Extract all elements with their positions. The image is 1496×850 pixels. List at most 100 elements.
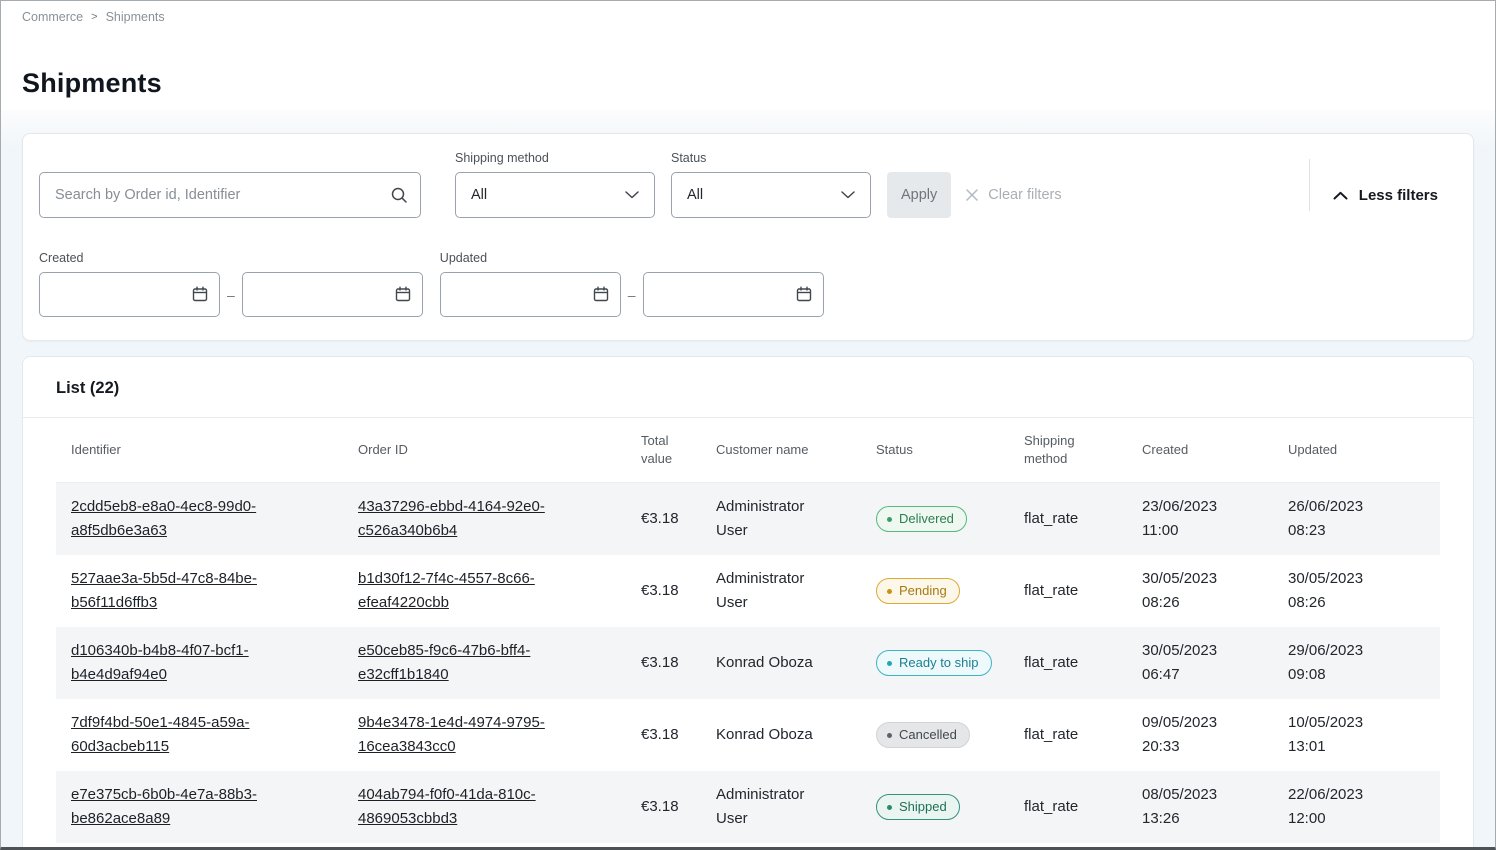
status-dot bbox=[887, 661, 892, 666]
clear-filters-button[interactable]: Clear filters bbox=[965, 172, 1061, 218]
total-value-cell: €3.18 bbox=[615, 555, 701, 627]
calendar-icon[interactable] bbox=[796, 286, 812, 302]
status-badge: Delivered bbox=[876, 506, 967, 532]
updated-to-box bbox=[643, 272, 824, 317]
status-select[interactable]: All bbox=[671, 172, 871, 218]
status-value: All bbox=[687, 187, 703, 203]
total-value-cell: €3.18 bbox=[615, 627, 701, 699]
updated-date-range: – bbox=[440, 272, 824, 317]
less-filters-button[interactable]: Less filters bbox=[1333, 172, 1438, 218]
date-range-dash: – bbox=[227, 287, 235, 303]
customer-name: Administrator User bbox=[716, 567, 836, 615]
shipping-method-select[interactable]: All bbox=[455, 172, 655, 218]
updated-from-box bbox=[440, 272, 621, 317]
search-box bbox=[39, 172, 421, 218]
chevron-up-icon bbox=[1333, 191, 1348, 200]
identifier-link[interactable]: 2cdd5eb8-e8a0-4ec8-99d0-a8f5db6e3a63 bbox=[71, 498, 256, 539]
filters-row-main: Shipping method All Status All bbox=[39, 151, 1457, 218]
status-badge: Cancelled bbox=[876, 722, 970, 748]
status-cell: Cancelled bbox=[861, 699, 1009, 771]
status-badge: Shipped bbox=[876, 794, 960, 820]
order-id-link[interactable]: 43a37296-ebbd-4164-92e0-c526a340b6b4 bbox=[358, 498, 545, 539]
status-badge: Ready to ship bbox=[876, 650, 992, 676]
identifier-cell: d106340b-b4b8-4f07-bcf1-b4e4d9af94e0 bbox=[56, 627, 343, 699]
calendar-icon[interactable] bbox=[192, 286, 208, 302]
total-value-cell: €3.18 bbox=[615, 483, 701, 556]
created-value: 08/05/2023 13:26 bbox=[1142, 783, 1234, 831]
status-text: Pending bbox=[899, 582, 947, 600]
table-row: 527aae3a-5b5d-47c8-84be-b56f11d6ffb3 b1d… bbox=[56, 555, 1440, 627]
customer-name-cell: Administrator User bbox=[701, 483, 861, 556]
status-text: Cancelled bbox=[899, 726, 957, 744]
order-id-cell: 9b4e3478-1e4d-4974-9795-16cea3843cc0 bbox=[343, 699, 615, 771]
list-title: List (22) bbox=[56, 379, 1440, 398]
order-id-link[interactable]: b1d30f12-7f4c-4557-8c66-efeaf4220cbb bbox=[358, 570, 535, 611]
status-dot bbox=[887, 733, 892, 738]
order-id-link[interactable]: 9b4e3478-1e4d-4974-9795-16cea3843cc0 bbox=[358, 714, 545, 755]
updated-value: 29/06/2023 09:08 bbox=[1288, 639, 1380, 687]
shipping-method-cell: flat_rate bbox=[1009, 699, 1127, 771]
column-header: Shipping method bbox=[1009, 418, 1127, 483]
chevron-down-icon bbox=[841, 191, 855, 199]
customer-name: Konrad Oboza bbox=[716, 723, 813, 747]
status-dot bbox=[887, 589, 892, 594]
created-value: 30/05/2023 08:26 bbox=[1142, 567, 1234, 615]
search-icon[interactable] bbox=[390, 186, 408, 204]
order-id-link[interactable]: 404ab794-f0f0-41da-810c-4869053cbbd3 bbox=[358, 786, 536, 827]
order-id-cell: 404ab794-f0f0-41da-810c-4869053cbbd3 bbox=[343, 771, 615, 843]
order-id-cell: e50ceb85-f9c6-47b6-bff4-e32cff1b1840 bbox=[343, 627, 615, 699]
status-label: Status bbox=[671, 151, 871, 165]
identifier-link[interactable]: d106340b-b4b8-4f07-bcf1-b4e4d9af94e0 bbox=[71, 642, 249, 683]
status-badge: Pending bbox=[876, 578, 960, 604]
total-value-cell: €3.18 bbox=[615, 699, 701, 771]
shipments-table: IdentifierOrder IDTotal valueCustomer na… bbox=[56, 418, 1440, 843]
breadcrumb: Commerce > Shipments bbox=[22, 10, 1474, 24]
breadcrumb-item-commerce[interactable]: Commerce bbox=[22, 10, 83, 24]
shipping-method-cell: flat_rate bbox=[1009, 555, 1127, 627]
customer-name: Administrator User bbox=[716, 783, 836, 831]
less-filters-label: Less filters bbox=[1359, 187, 1438, 204]
identifier-link[interactable]: 7df9f4bd-50e1-4845-a59a-60d3acbeb115 bbox=[71, 714, 249, 755]
order-id-link[interactable]: e50ceb85-f9c6-47b6-bff4-e32cff1b1840 bbox=[358, 642, 530, 683]
shipping-method-value: All bbox=[471, 187, 487, 203]
created-value: 09/05/2023 20:33 bbox=[1142, 711, 1234, 759]
table-row: 2cdd5eb8-e8a0-4ec8-99d0-a8f5db6e3a63 43a… bbox=[56, 483, 1440, 556]
shipping-method-filter: Shipping method All bbox=[455, 151, 655, 218]
column-header: Status bbox=[861, 418, 1009, 483]
identifier-link[interactable]: e7e375cb-6b0b-4e7a-88b3-be862ace8a89 bbox=[71, 786, 257, 827]
shipping-method-label: Shipping method bbox=[455, 151, 655, 165]
search-input[interactable] bbox=[39, 172, 421, 218]
status-cell: Ready to ship bbox=[861, 627, 1009, 699]
customer-name-cell: Konrad Oboza bbox=[701, 699, 861, 771]
identifier-link[interactable]: 527aae3a-5b5d-47c8-84be-b56f11d6ffb3 bbox=[71, 570, 257, 611]
filters-row-dates: Created – bbox=[39, 251, 1457, 317]
status-filter: Status All bbox=[671, 151, 871, 218]
column-header: Identifier bbox=[56, 418, 343, 483]
updated-cell: 10/05/2023 13:01 bbox=[1273, 699, 1440, 771]
customer-name-cell: Administrator User bbox=[701, 771, 861, 843]
table-row: 7df9f4bd-50e1-4845-a59a-60d3acbeb115 9b4… bbox=[56, 699, 1440, 771]
calendar-icon[interactable] bbox=[593, 286, 609, 302]
shipping-method-cell: flat_rate bbox=[1009, 483, 1127, 556]
updated-value: 26/06/2023 08:23 bbox=[1288, 495, 1380, 543]
chevron-down-icon bbox=[625, 191, 639, 199]
updated-value: 30/05/2023 08:26 bbox=[1288, 567, 1380, 615]
app-window: Commerce > Shipments Shipments Shipping … bbox=[0, 0, 1496, 850]
created-cell: 30/05/2023 06:47 bbox=[1127, 627, 1273, 699]
content-area: Shipping method All Status All bbox=[1, 110, 1495, 847]
created-cell: 09/05/2023 20:33 bbox=[1127, 699, 1273, 771]
status-text: Delivered bbox=[899, 510, 954, 528]
calendar-icon[interactable] bbox=[395, 286, 411, 302]
table-row: d106340b-b4b8-4f07-bcf1-b4e4d9af94e0 e50… bbox=[56, 627, 1440, 699]
apply-button[interactable]: Apply bbox=[887, 172, 951, 218]
status-cell: Pending bbox=[861, 555, 1009, 627]
order-id-cell: b1d30f12-7f4c-4557-8c66-efeaf4220cbb bbox=[343, 555, 615, 627]
created-label: Created bbox=[39, 251, 423, 265]
customer-name: Administrator User bbox=[716, 495, 836, 543]
created-to-box bbox=[242, 272, 423, 317]
updated-cell: 26/06/2023 08:23 bbox=[1273, 483, 1440, 556]
status-cell: Shipped bbox=[861, 771, 1009, 843]
identifier-cell: e7e375cb-6b0b-4e7a-88b3-be862ace8a89 bbox=[56, 771, 343, 843]
column-header: Order ID bbox=[343, 418, 615, 483]
created-from-box bbox=[39, 272, 220, 317]
